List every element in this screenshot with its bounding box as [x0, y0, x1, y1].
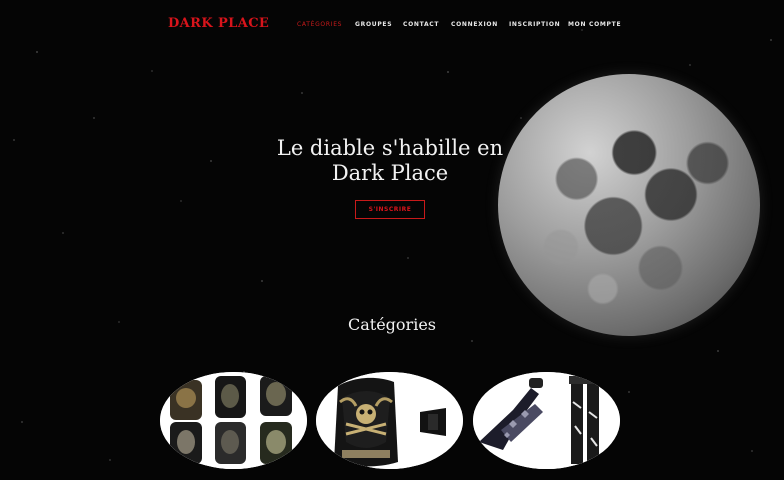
category-card-corset[interactable]	[316, 372, 463, 469]
navbar: DARK PLACE CATÉGORIES GROUPES CONTACT CO…	[0, 0, 784, 50]
nav-link-inscription[interactable]: INSCRIPTION	[509, 21, 560, 28]
nav-link-categories[interactable]: CATÉGORIES	[297, 21, 342, 28]
brand-logo[interactable]: DARK PLACE	[168, 16, 269, 31]
hero-title: Le diable s'habille en Dark Place	[258, 136, 522, 186]
category-card-tights[interactable]	[473, 372, 620, 469]
phone-cases-image	[160, 372, 307, 469]
hero-title-line-1: Le diable s'habille en	[276, 136, 504, 160]
categories-title: Catégories	[348, 315, 436, 334]
moon-image	[498, 74, 760, 336]
nav-link-contact[interactable]: CONTACT	[403, 21, 439, 28]
corset-image	[316, 372, 463, 469]
category-card-phone-cases[interactable]	[160, 372, 307, 469]
signup-button[interactable]: S'INSCRIRE	[355, 200, 425, 219]
hero-title-line-2: Dark Place	[331, 161, 449, 185]
nav-link-mon-compte[interactable]: MON COMPTE	[568, 21, 621, 28]
nav-link-groupes[interactable]: GROUPES	[355, 21, 392, 28]
nav-link-connexion[interactable]: CONNEXION	[451, 21, 498, 28]
tights-image	[473, 372, 620, 469]
page: DARK PLACE CATÉGORIES GROUPES CONTACT CO…	[0, 0, 784, 480]
